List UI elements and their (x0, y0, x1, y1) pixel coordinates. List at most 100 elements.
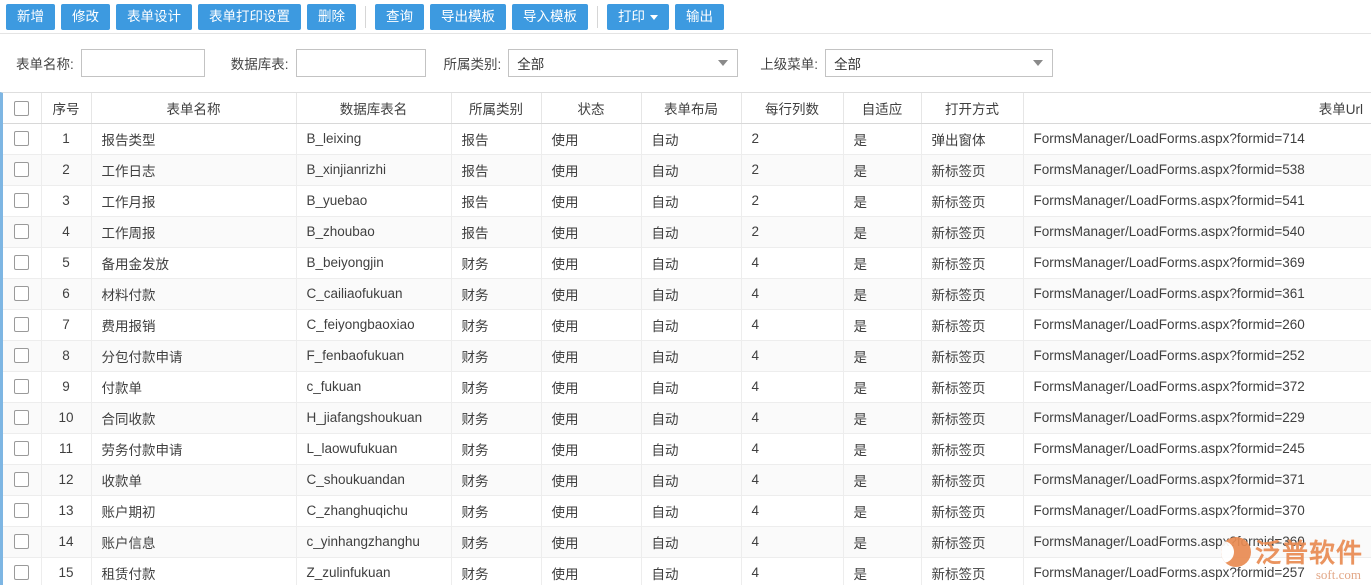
add-button[interactable]: 新增 (6, 3, 55, 30)
row-checkbox[interactable] (14, 224, 30, 240)
cell-cols-per-row: 4 (741, 247, 844, 279)
table-row[interactable]: 3 工作月报 B_yuebao 报告 使用 自动 2 是新标签页 FormsManager/Lo… (3, 185, 1371, 217)
cell-adaptive: 是 (843, 216, 922, 248)
row-checkbox[interactable] (14, 131, 30, 147)
parent-menu-select[interactable]: 全部 (825, 49, 1054, 77)
row-checkbox[interactable] (14, 286, 30, 302)
cell-open-mode: 新标签页 (921, 216, 1024, 248)
cell-category: 报告 (451, 123, 542, 155)
cell-adaptive: 是 (843, 526, 922, 558)
column-header-form-name[interactable]: 表单名称 (91, 93, 297, 124)
column-header-open-mode[interactable]: 打开方式 (921, 93, 1024, 124)
cell-cols-per-row: 4 (741, 526, 844, 558)
cell-cols-per-row: 4 (741, 557, 844, 585)
column-header-index[interactable]: 序号 (41, 93, 92, 124)
table-row[interactable]: 7 费用报销 C_feiyongbaoxiao 财务 使用 自动 4 是新标签页 FormsMa… (3, 309, 1371, 341)
table-row[interactable]: 14 账户信息 c_yinhangzhanghu 财务 使用 自动 4 是新标签页 FormsM… (3, 526, 1371, 558)
filter-db-table: 数据库表: (231, 49, 426, 77)
row-checkbox[interactable] (14, 193, 30, 209)
table-row[interactable]: 8 分包付款申请 F_fenbaofukuan 财务 使用 自动 4 是新标签页 FormsMa… (3, 340, 1371, 372)
cell-index: 2 (41, 154, 92, 186)
cell-category: 财务 (451, 371, 542, 403)
row-select-cell (3, 433, 42, 465)
cell-url: FormsManager/LoadForms.aspx?formid=257 (1023, 557, 1371, 585)
row-checkbox[interactable] (14, 410, 30, 426)
table-row[interactable]: 4 工作周报 B_zhoubao 报告 使用 自动 2 是新标签页 FormsManager/L… (3, 216, 1371, 248)
table-row[interactable]: 15 租赁付款 Z_zulinfukuan 财务 使用 自动 4 是新标签页 FormsMana… (3, 557, 1371, 585)
cell-adaptive: 是 (843, 309, 922, 341)
table-row[interactable]: 1 报告类型 B_leixing 报告 使用 自动 2 是弹出窗体 FormsManager/L… (3, 123, 1371, 155)
cell-db-table: B_zhoubao (296, 216, 452, 248)
cell-category: 财务 (451, 309, 542, 341)
cell-category: 财务 (451, 557, 542, 585)
query-button[interactable]: 查询 (375, 3, 424, 30)
row-checkbox[interactable] (14, 255, 30, 271)
cell-cols-per-row: 4 (741, 433, 844, 465)
cell-url: FormsManager/LoadForms.aspx?formid=360 (1023, 526, 1371, 558)
column-header-category[interactable]: 所属类别 (451, 93, 542, 124)
cell-adaptive: 是 (843, 371, 922, 403)
cell-db-table: C_zhanghuqichu (296, 495, 452, 527)
cell-form-name: 租赁付款 (91, 557, 297, 585)
row-checkbox[interactable] (14, 565, 30, 581)
column-header-cols-per-row[interactable]: 每行列数 (741, 93, 844, 124)
table-row[interactable]: 9 付款单 c_fukuan 财务 使用 自动 4 是新标签页 FormsManager/Loa… (3, 371, 1371, 403)
edit-button[interactable]: 修改 (61, 3, 110, 30)
cell-layout: 自动 (641, 526, 742, 558)
row-checkbox[interactable] (14, 534, 30, 550)
table-row[interactable]: 11 劳务付款申请 L_laowufukuan 财务 使用 自动 4 是新标签页 FormsMa… (3, 433, 1371, 465)
table-row[interactable]: 6 材料付款 C_cailiaofukuan 财务 使用 自动 4 是新标签页 FormsMan… (3, 278, 1371, 310)
table-row[interactable]: 13 账户期初 C_zhanghuqichu 财务 使用 自动 4 是新标签页 FormsMan… (3, 495, 1371, 527)
cell-index: 9 (41, 371, 92, 403)
table-row[interactable]: 2 工作日志 B_xinjianrizhi 报告 使用 自动 2 是新标签页 FormsMana… (3, 154, 1371, 186)
column-header-status[interactable]: 状态 (541, 93, 642, 124)
cell-status: 使用 (541, 433, 642, 465)
db-table-input[interactable] (295, 49, 426, 77)
cell-index: 8 (41, 340, 92, 372)
cell-index: 12 (41, 464, 92, 496)
row-checkbox[interactable] (14, 379, 30, 395)
table-row[interactable]: 5 备用金发放 B_beiyongjin 财务 使用 自动 4 是新标签页 FormsManag… (3, 247, 1371, 279)
table-row[interactable]: 10 合同收款 H_jiafangshoukuan 财务 使用 自动 4 是新标签页 Forms… (3, 402, 1371, 434)
import-template-button[interactable]: 导入模板 (512, 3, 588, 30)
column-header-url[interactable]: 表单Url (1023, 93, 1371, 124)
row-checkbox[interactable] (14, 472, 30, 488)
forms-grid-container: 序号 表单名称 数据库表名 所属类别 状态 表单布局 每行列数 自适应 打开方式… (0, 92, 1371, 585)
cell-status: 使用 (541, 402, 642, 434)
form-design-button[interactable]: 表单设计 (116, 3, 192, 30)
cell-status: 使用 (541, 526, 642, 558)
form-name-input[interactable] (80, 49, 205, 77)
row-checkbox[interactable] (14, 441, 30, 457)
row-checkbox[interactable] (14, 503, 30, 519)
export-template-button[interactable]: 导出模板 (430, 3, 506, 30)
column-header-adaptive[interactable]: 自适应 (843, 93, 922, 124)
form-print-settings-button[interactable]: 表单打印设置 (198, 3, 301, 30)
cell-cols-per-row: 4 (741, 340, 844, 372)
cell-adaptive: 是 (843, 464, 922, 496)
print-button[interactable]: 打印 (607, 3, 669, 30)
table-row[interactable]: 12 收款单 C_shoukuandan 财务 使用 自动 4 是新标签页 FormsManag… (3, 464, 1371, 496)
cell-layout: 自动 (641, 495, 742, 527)
row-select-cell (3, 247, 42, 279)
category-select[interactable]: 全部 (508, 49, 739, 77)
delete-button[interactable]: 删除 (307, 3, 356, 30)
row-checkbox[interactable] (14, 162, 30, 178)
cell-category: 财务 (451, 464, 542, 496)
cell-index: 1 (41, 123, 92, 155)
chevron-down-icon (1033, 60, 1044, 66)
column-header-layout[interactable]: 表单布局 (641, 93, 742, 124)
cell-url: FormsManager/LoadForms.aspx?formid=229 (1023, 402, 1371, 434)
cell-form-name: 工作月报 (91, 185, 297, 217)
row-checkbox[interactable] (14, 348, 30, 364)
cell-layout: 自动 (641, 340, 742, 372)
cell-url: FormsManager/LoadForms.aspx?formid=252 (1023, 340, 1371, 372)
cell-category: 报告 (451, 185, 542, 217)
column-header-db-table[interactable]: 数据库表名 (296, 93, 452, 124)
cell-status: 使用 (541, 154, 642, 186)
cell-adaptive: 是 (843, 123, 922, 155)
cell-status: 使用 (541, 123, 642, 155)
cell-index: 15 (41, 557, 92, 585)
output-button[interactable]: 输出 (675, 3, 724, 30)
select-all-checkbox[interactable] (14, 100, 30, 116)
row-checkbox[interactable] (14, 317, 30, 333)
